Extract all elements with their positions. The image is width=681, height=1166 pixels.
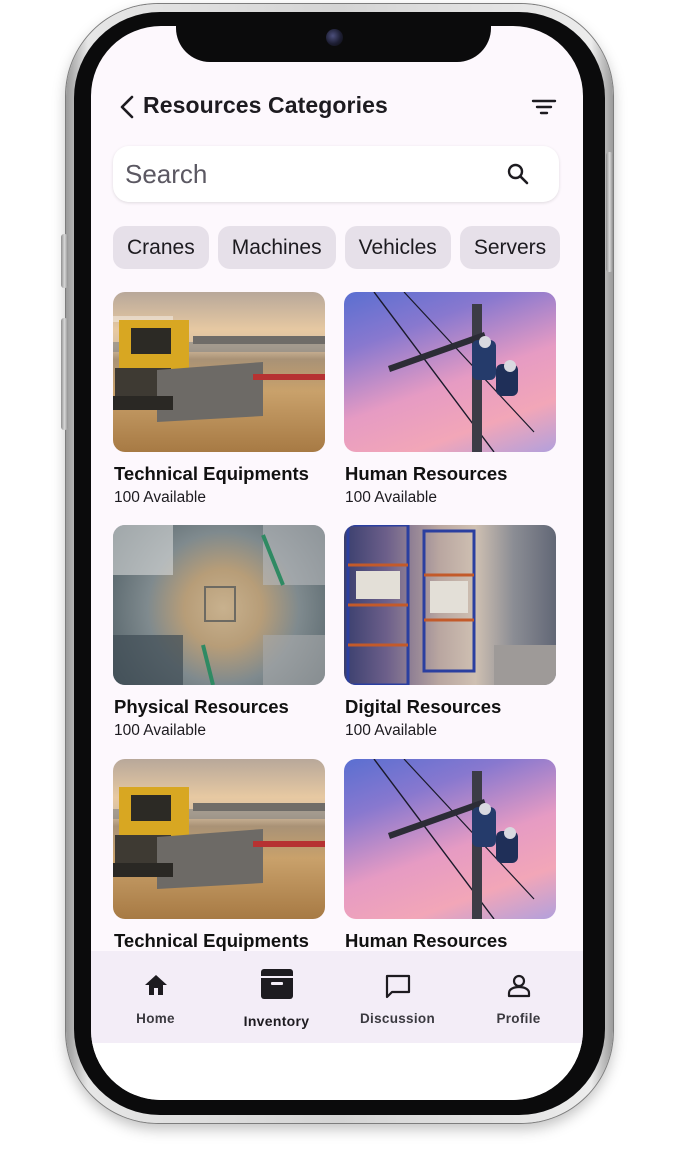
front-camera: [326, 29, 343, 46]
card-count: 100 Available: [114, 722, 206, 739]
chip-machines[interactable]: Machines: [217, 226, 336, 269]
power-line-workers-photo: [344, 759, 556, 919]
silent-switch: [61, 234, 68, 288]
nav-label: Inventory: [243, 1013, 310, 1029]
archive-box-icon: [260, 969, 293, 999]
chat-bubble-icon: [385, 974, 410, 999]
resource-grid: Technical Equipments 100 Available Human…: [91, 292, 583, 952]
warehouse-shelves-photo: [344, 525, 556, 685]
app-header: Resources Categories: [91, 70, 583, 142]
home-icon: [144, 975, 167, 995]
card-title: Physical Resources: [114, 696, 289, 717]
nav-home[interactable]: Home: [94, 951, 217, 1043]
search-input[interactable]: [125, 156, 485, 192]
search-bar: [113, 146, 559, 202]
home-indicator-area: [91, 1043, 583, 1100]
bottom-navigation: Home Inventory Discussion Profile: [91, 951, 583, 1043]
filter-lines-icon[interactable]: [531, 96, 557, 118]
page-title: Resources Categories: [143, 92, 388, 118]
power-button: [606, 152, 613, 272]
resource-card[interactable]: Human Resources 100 Available: [344, 292, 558, 506]
resource-card[interactable]: Human Resources: [344, 759, 558, 951]
card-count: 100 Available: [114, 489, 206, 506]
nav-label: Home: [136, 1011, 175, 1026]
chip-vehicles[interactable]: Vehicles: [344, 226, 451, 269]
card-title: Human Resources: [345, 463, 508, 484]
nav-discussion[interactable]: Discussion: [336, 951, 459, 1043]
nav-label: Profile: [496, 1011, 541, 1026]
card-title: Technical Equipments: [114, 930, 309, 951]
resource-card[interactable]: Digital Resources 100 Available: [344, 525, 558, 739]
bulldozer-photo: [113, 759, 325, 919]
card-title: Technical Equipments: [114, 463, 309, 484]
category-chips: Cranes Machines Vehicles Servers: [113, 226, 560, 270]
search-icon[interactable]: [506, 162, 530, 186]
resource-card[interactable]: Physical Resources 100 Available: [113, 525, 327, 739]
notch: [176, 26, 491, 62]
nav-inventory[interactable]: Inventory: [215, 951, 338, 1043]
volume-button: [61, 318, 68, 430]
nav-profile[interactable]: Profile: [457, 951, 580, 1043]
chip-servers[interactable]: Servers: [459, 226, 560, 269]
resource-card[interactable]: Technical Equipments: [113, 759, 327, 951]
resource-card[interactable]: Technical Equipments 100 Available: [113, 292, 327, 506]
chevron-left-icon[interactable]: [117, 94, 137, 120]
aerial-construction-site-photo: [113, 525, 325, 685]
bulldozer-photo: [113, 292, 325, 452]
phone-screen: Resources Categories CranesMachinesVehic…: [91, 26, 583, 1100]
chip-cranes[interactable]: Cranes: [113, 226, 209, 269]
nav-label: Discussion: [359, 1011, 436, 1026]
card-count: 100 Available: [345, 489, 437, 506]
card-title: Human Resources: [345, 930, 508, 951]
power-line-workers-photo: [344, 292, 556, 452]
card-count: 100 Available: [345, 722, 437, 739]
person-icon: [507, 974, 530, 998]
card-title: Digital Resources: [345, 696, 502, 717]
